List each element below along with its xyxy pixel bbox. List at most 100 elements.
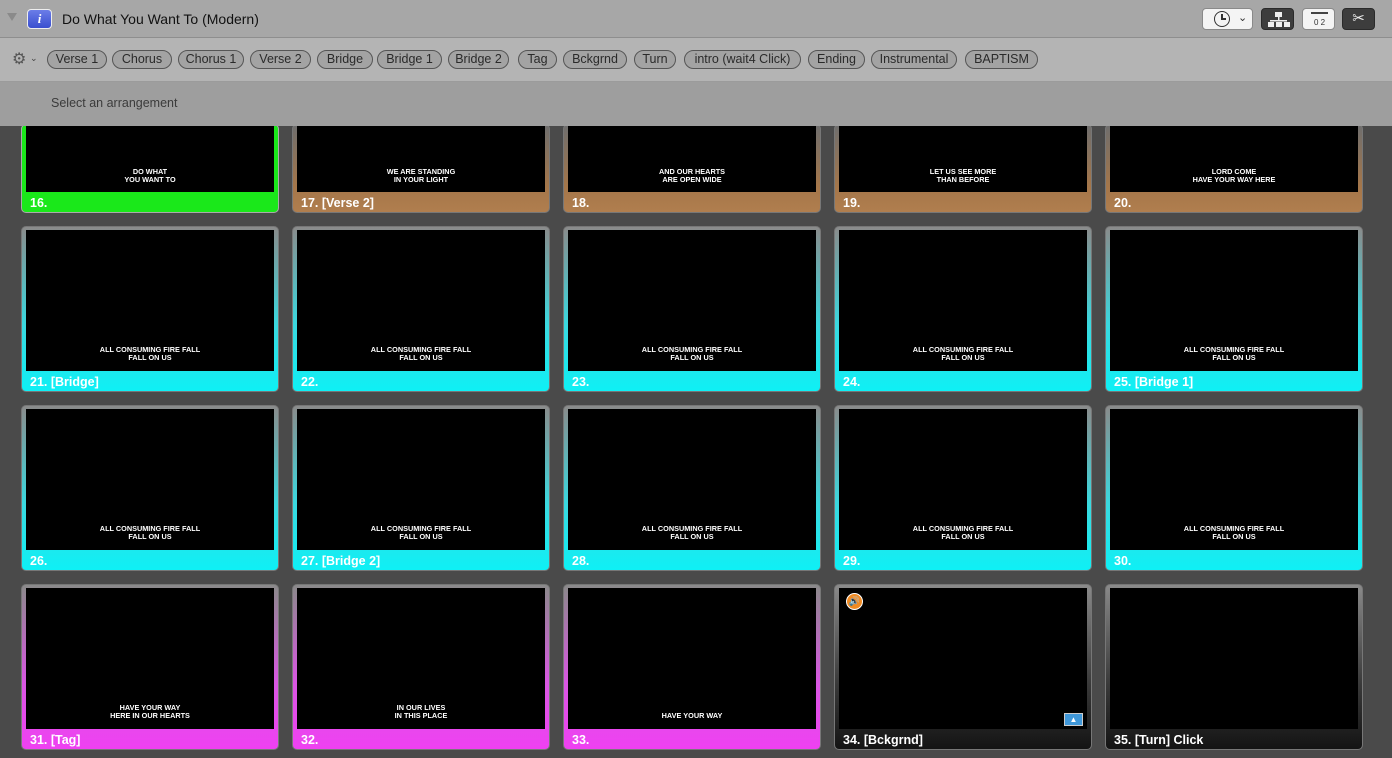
document-title: Do What You Want To (Modern) bbox=[62, 11, 259, 27]
group-pill[interactable]: Turn bbox=[634, 50, 676, 69]
slide-thumbnail[interactable]: LET US SEE MORE THAN BEFORE 19. bbox=[834, 126, 1092, 213]
slide-thumbnail[interactable]: ALL CONSUMING FIRE FALL FALL ON US 29. bbox=[834, 405, 1092, 571]
slide-thumbnail[interactable]: ALL CONSUMING FIRE FALL FALL ON US 22. bbox=[292, 226, 550, 392]
group-pill[interactable]: intro (wait4 Click) bbox=[684, 50, 801, 69]
lyric-line: FALL ON US bbox=[1212, 353, 1256, 363]
slide-thumbnail[interactable]: WE ARE STANDING IN YOUR LIGHT 17. [Verse 2… bbox=[292, 126, 550, 213]
slide-label: 34. [Bckgrnd] bbox=[843, 733, 923, 747]
lyric-line: HAVE YOUR WAY HERE bbox=[1192, 175, 1276, 185]
slide-preview: IN OUR LIVES IN THIS PLACE bbox=[297, 588, 545, 729]
group-pill[interactable]: Verse 2 bbox=[250, 50, 311, 69]
chevron-down-icon[interactable]: ⌄ bbox=[30, 53, 38, 64]
background-media-icon[interactable]: ▲ bbox=[1064, 713, 1083, 726]
slide-lyric: LET US SEE MORE THAN BEFORE bbox=[839, 167, 1087, 185]
slide-thumbnail[interactable]: ALL CONSUMING FIRE FALL FALL ON US 28. bbox=[563, 405, 821, 571]
scissors-icon[interactable]: ✂ bbox=[1342, 8, 1375, 30]
slide-label: 18. bbox=[572, 196, 590, 210]
timer-menu-button[interactable]: ⌄ bbox=[1202, 8, 1253, 30]
gear-icon[interactable]: ⚙ bbox=[12, 52, 26, 68]
slide-preview: WE ARE STANDING IN YOUR LIGHT bbox=[297, 126, 545, 192]
arrangement-view-button[interactable] bbox=[1261, 8, 1294, 30]
slide-lyric: AND OUR HEARTS ARE OPEN WIDE bbox=[568, 167, 816, 185]
group-pill[interactable]: Bridge bbox=[317, 50, 373, 69]
slide-thumbnail[interactable]: ALL CONSUMING FIRE FALL FALL ON US 30. bbox=[1105, 405, 1363, 571]
chevron-down-icon: ⌄ bbox=[1238, 12, 1248, 24]
lyric-line: FALL ON US bbox=[399, 532, 443, 542]
slide-label: 28. bbox=[572, 554, 590, 568]
lyric-line: FALL ON US bbox=[128, 353, 172, 363]
slide-preview: LET US SEE MORE THAN BEFORE bbox=[839, 126, 1087, 192]
slide-preview: HAVE YOUR WAY bbox=[568, 588, 816, 729]
group-pill[interactable]: Bridge 2 bbox=[448, 50, 509, 69]
window-titlebar: i Do What You Want To (Modern) ⌄ 0 2 ✂ bbox=[0, 0, 1392, 38]
slide-lyric: ALL CONSUMING FIRE FALL FALL ON US bbox=[839, 345, 1087, 363]
slide-preview: ALL CONSUMING FIRE FALL FALL ON US bbox=[297, 230, 545, 371]
slide-thumbnail[interactable]: ALL CONSUMING FIRE FALL FALL ON US 21. [Br… bbox=[21, 226, 279, 392]
slide-label: 19. bbox=[843, 196, 861, 210]
group-pill[interactable]: Verse 1 bbox=[47, 50, 107, 69]
slide-preview: HAVE YOUR WAY HERE IN OUR HEARTS bbox=[26, 588, 274, 729]
lyric-line: FALL ON US bbox=[128, 532, 172, 542]
slide-lyric: ALL CONSUMING FIRE FALL FALL ON US bbox=[839, 524, 1087, 542]
slide-lyric: ALL CONSUMING FIRE FALL FALL ON US bbox=[26, 345, 274, 363]
slide-label: 33. bbox=[572, 733, 590, 747]
slide-lyric: ALL CONSUMING FIRE FALL FALL ON US bbox=[297, 524, 545, 542]
lyric-line: ARE OPEN WIDE bbox=[662, 175, 722, 185]
slide-thumbnail[interactable]: 🔊 ▲ 34. [Bckgrnd] bbox=[834, 584, 1092, 750]
slide-lyric: HAVE YOUR WAY bbox=[568, 712, 816, 721]
slide-preview: 🔊 ▲ bbox=[839, 588, 1087, 729]
group-pill[interactable]: Instrumental bbox=[871, 50, 957, 69]
slide-thumbnail[interactable]: ALL CONSUMING FIRE FALL FALL ON US 24. bbox=[834, 226, 1092, 392]
slide-preview: ALL CONSUMING FIRE FALL FALL ON US bbox=[297, 409, 545, 550]
slide-counter-button[interactable]: 0 2 bbox=[1302, 8, 1335, 30]
lyric-line: HERE IN OUR HEARTS bbox=[110, 711, 190, 721]
slide-thumbnail[interactable]: HAVE YOUR WAY 33. bbox=[563, 584, 821, 750]
lyric-line: FALL ON US bbox=[670, 532, 714, 542]
slide-lyric: ALL CONSUMING FIRE FALL FALL ON US bbox=[568, 524, 816, 542]
slide-lyric: ALL CONSUMING FIRE FALL FALL ON US bbox=[568, 345, 816, 363]
slide-label: 30. bbox=[1114, 554, 1132, 568]
slide-thumbnail[interactable]: ALL CONSUMING FIRE FALL FALL ON US 27. [Br… bbox=[292, 405, 550, 571]
lyric-line: HAVE YOUR WAY bbox=[661, 711, 723, 721]
group-pill[interactable]: Chorus bbox=[112, 50, 172, 69]
slide-preview: ALL CONSUMING FIRE FALL FALL ON US bbox=[26, 230, 274, 371]
slide-thumbnail[interactable]: ALL CONSUMING FIRE FALL FALL ON US 23. bbox=[563, 226, 821, 392]
slide-thumbnail[interactable]: AND OUR HEARTS ARE OPEN WIDE 18. bbox=[563, 126, 821, 213]
group-pill[interactable]: Ending bbox=[808, 50, 865, 69]
slide-thumbnail[interactable]: 35. [Turn] Click bbox=[1105, 584, 1363, 750]
slide-label: 35. [Turn] Click bbox=[1114, 733, 1204, 747]
slide-label: 31. [Tag] bbox=[30, 733, 81, 747]
slide-label: 24. bbox=[843, 375, 861, 389]
lyric-line: FALL ON US bbox=[941, 353, 985, 363]
slide-thumbnail[interactable]: IN OUR LIVES IN THIS PLACE 32. bbox=[292, 584, 550, 750]
group-pill[interactable]: Chorus 1 bbox=[178, 50, 244, 69]
collapse-triangle-icon[interactable] bbox=[7, 13, 17, 21]
slide-thumbnail[interactable]: ALL CONSUMING FIRE FALL FALL ON US 26. bbox=[21, 405, 279, 571]
group-pill[interactable]: Tag bbox=[518, 50, 557, 69]
slide-thumbnail[interactable]: ALL CONSUMING FIRE FALL FALL ON US 25. [Br… bbox=[1105, 226, 1363, 392]
slide-lyric: ALL CONSUMING FIRE FALL FALL ON US bbox=[297, 345, 545, 363]
slide-thumbnail[interactable]: LORD COME HAVE YOUR WAY HERE 20. bbox=[1105, 126, 1363, 213]
slide-preview: ALL CONSUMING FIRE FALL FALL ON US bbox=[839, 230, 1087, 371]
slide-preview: ALL CONSUMING FIRE FALL FALL ON US bbox=[568, 409, 816, 550]
group-pill[interactable]: Bckgrnd bbox=[563, 50, 627, 69]
lyric-line: IN YOUR LIGHT bbox=[393, 175, 449, 185]
lyric-line: THAN BEFORE bbox=[936, 175, 990, 185]
slide-thumbnail[interactable]: DO WHAT YOU WANT TO 16. bbox=[21, 126, 279, 213]
slide-thumbnail[interactable]: HAVE YOUR WAY HERE IN OUR HEARTS 31. [Tag] bbox=[21, 584, 279, 750]
lyric-line: FALL ON US bbox=[1212, 532, 1256, 542]
slide-label: 26. bbox=[30, 554, 48, 568]
info-icon[interactable]: i bbox=[27, 9, 52, 29]
slide-preview bbox=[1110, 588, 1358, 729]
slide-preview: AND OUR HEARTS ARE OPEN WIDE bbox=[568, 126, 816, 192]
group-pill[interactable]: BAPTISM bbox=[965, 50, 1038, 69]
counter-icon: 0 2 bbox=[1311, 12, 1328, 27]
audio-cue-icon[interactable]: 🔊 bbox=[846, 593, 863, 610]
arrangement-bar[interactable]: Select an arrangement bbox=[0, 82, 1392, 126]
slide-lyric: ALL CONSUMING FIRE FALL FALL ON US bbox=[26, 524, 274, 542]
slide-preview: ALL CONSUMING FIRE FALL FALL ON US bbox=[568, 230, 816, 371]
lyric-line: FALL ON US bbox=[399, 353, 443, 363]
group-pill[interactable]: Bridge 1 bbox=[377, 50, 442, 69]
slide-preview: ALL CONSUMING FIRE FALL FALL ON US bbox=[839, 409, 1087, 550]
slide-label: 17. [Verse 2] bbox=[301, 196, 374, 210]
